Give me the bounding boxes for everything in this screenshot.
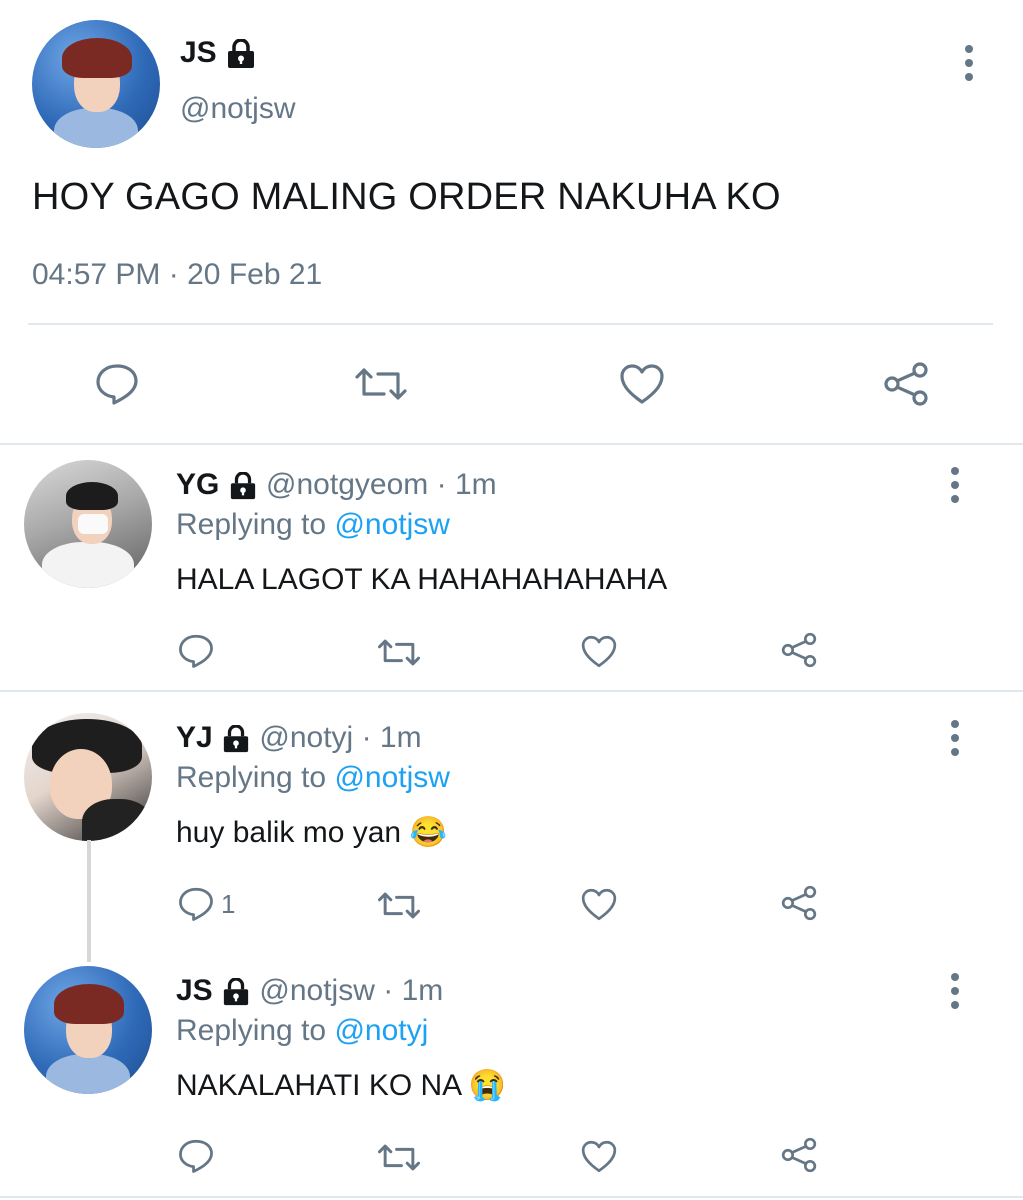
share-button[interactable] xyxy=(780,631,818,669)
replying-to: Replying to @notjsw xyxy=(176,761,450,794)
share-button[interactable] xyxy=(780,884,818,922)
share-button[interactable] xyxy=(780,1136,818,1174)
laughing-emoji: 😂 xyxy=(409,816,447,849)
more-icon[interactable] xyxy=(950,720,960,756)
more-icon[interactable] xyxy=(950,467,960,503)
thread-line xyxy=(87,840,91,962)
author-handle[interactable]: @notgyeom xyxy=(266,468,428,501)
more-icon[interactable] xyxy=(964,45,974,81)
tweet-text: HOY GAGO MALING ORDER NAKUHA KO xyxy=(32,176,781,218)
reply-count: 1 xyxy=(221,888,236,919)
more-icon[interactable] xyxy=(950,973,960,1009)
reply-icon xyxy=(94,362,140,406)
avatar[interactable] xyxy=(24,460,152,588)
share-icon xyxy=(780,631,818,669)
tweet-time: 04:57 PM xyxy=(32,258,161,291)
avatar[interactable] xyxy=(32,20,160,148)
avatar[interactable] xyxy=(24,713,152,841)
share-button[interactable] xyxy=(882,360,930,408)
separator-dot: · xyxy=(168,258,179,291)
reply-button[interactable]: 1 xyxy=(177,886,235,922)
author-handle[interactable]: @notyj xyxy=(259,721,353,754)
mention-link[interactable]: @notjsw xyxy=(334,761,450,794)
divider xyxy=(28,323,993,325)
reply-header: YJ @notyj · 1m xyxy=(176,721,422,754)
author-name: YG xyxy=(176,468,220,501)
divider xyxy=(0,690,1023,692)
divider xyxy=(0,443,1023,445)
retweet-button[interactable] xyxy=(377,636,421,669)
reply-time: 1m xyxy=(379,721,422,754)
author-handle[interactable]: @notjsw xyxy=(180,92,296,126)
share-icon xyxy=(780,1136,818,1174)
reply-text: NAKALAHATI KO NA 😭 xyxy=(176,1069,507,1102)
divider xyxy=(0,1196,1023,1198)
like-icon xyxy=(580,887,618,922)
reply-text: HALA LAGOT KA HAHAHAHAHAHA xyxy=(176,563,668,596)
tweet-date: 20 Feb 21 xyxy=(187,258,323,291)
share-icon xyxy=(780,884,818,922)
like-button[interactable] xyxy=(618,362,666,406)
reply-icon xyxy=(177,1138,215,1174)
like-button[interactable] xyxy=(580,1139,618,1174)
reply-header: YG @notgyeom · 1m xyxy=(176,468,497,501)
lock-icon xyxy=(228,472,258,500)
mention-link[interactable]: @notyj xyxy=(334,1014,428,1047)
author-name: YJ xyxy=(176,721,213,754)
retweet-button[interactable] xyxy=(377,889,421,922)
crying-emoji: 😭 xyxy=(468,1069,507,1102)
reply-icon xyxy=(177,886,215,922)
retweet-icon xyxy=(377,636,421,669)
reply-text: huy balik mo yan 😂 xyxy=(176,816,447,849)
lock-icon xyxy=(221,978,251,1006)
retweet-icon xyxy=(377,1141,421,1174)
like-icon xyxy=(580,634,618,669)
tweet-timestamp[interactable]: 04:57 PM · 20 Feb 21 xyxy=(32,258,322,292)
replying-to: Replying to @notjsw xyxy=(176,508,450,541)
author-name-row: JS xyxy=(180,36,257,70)
mention-link[interactable]: @notjsw xyxy=(334,508,450,541)
reply-time: 1m xyxy=(454,468,497,501)
reply-button[interactable] xyxy=(177,1138,215,1174)
retweet-button[interactable] xyxy=(377,1141,421,1174)
author-name: JS xyxy=(180,36,217,69)
author-name: JS xyxy=(176,974,213,1007)
avatar[interactable] xyxy=(24,966,152,1094)
lock-icon xyxy=(225,39,257,69)
like-icon xyxy=(580,1139,618,1174)
share-icon xyxy=(882,360,930,408)
reply-icon xyxy=(177,633,215,669)
like-button[interactable] xyxy=(580,634,618,669)
reply-button[interactable] xyxy=(177,633,215,669)
author-handle[interactable]: @notjsw xyxy=(259,974,375,1007)
reply-header: JS @notjsw · 1m xyxy=(176,974,444,1007)
reply-time: 1m xyxy=(401,974,444,1007)
retweet-icon xyxy=(377,889,421,922)
like-button[interactable] xyxy=(580,887,618,922)
retweet-icon xyxy=(354,364,408,404)
reply-button[interactable] xyxy=(94,362,140,406)
like-icon xyxy=(618,362,666,406)
lock-icon xyxy=(221,725,251,753)
retweet-button[interactable] xyxy=(354,364,408,404)
replying-to: Replying to @notyj xyxy=(176,1014,429,1047)
